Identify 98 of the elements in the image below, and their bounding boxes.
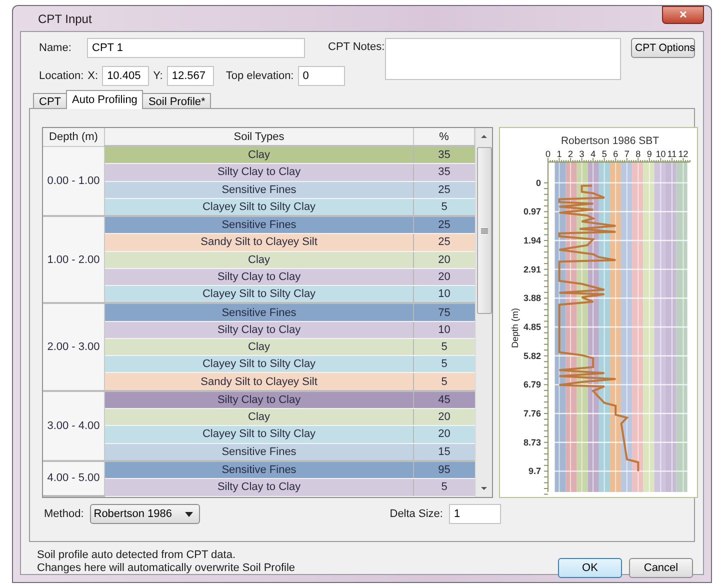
soil-type-cell: Sensitive Fines <box>104 460 414 479</box>
soil-type-cell: Clay <box>104 408 414 426</box>
tick-label: 1.94 <box>523 235 541 246</box>
tick-label: 0 <box>546 149 550 159</box>
name-field[interactable]: CPT 1 <box>87 38 305 58</box>
tick-label: 8 <box>636 149 641 159</box>
percent-cell: 20 <box>414 408 475 426</box>
depth-cell: 2.00 - 3.00 <box>43 303 104 391</box>
scroll-down-icon[interactable] <box>480 486 488 491</box>
method-label: Method: <box>44 508 84 520</box>
soil-type-cell: Clayey Silt to Silty Clay <box>104 356 414 373</box>
soil-type-cell: Clay <box>104 251 414 268</box>
percent-cell: 35 <box>414 164 475 182</box>
delta-size-label: Delta Size: <box>390 508 443 520</box>
percent-cell: 95 <box>414 460 475 479</box>
soil-type-cell: Sensitive Fines <box>104 303 414 322</box>
tick-label: 5 <box>602 149 607 159</box>
top-elevation-label: Top elevation: <box>226 70 294 82</box>
depth-cell: 4.00 - 5.00 <box>43 460 104 496</box>
soil-type-cell: Sandy Silt to Clayey Silt <box>104 234 414 252</box>
ok-button[interactable]: OK <box>558 558 622 578</box>
tick-label: 1 <box>556 149 562 159</box>
method-dropdown[interactable]: Robertson 1986 <box>90 504 200 524</box>
depth-cell: 3.00 - 4.00 <box>43 390 104 461</box>
soil-type-cell: Sensitive Fines <box>104 216 414 234</box>
y-label: Y: <box>153 70 163 82</box>
tick-label: 5.82 <box>523 350 541 361</box>
scroll-thumb[interactable] <box>476 147 492 314</box>
percent-cell: 5 <box>414 372 475 391</box>
tab[interactable]: Soil Profile* <box>142 93 212 109</box>
notes-label: CPT Notes: <box>328 41 385 53</box>
tick-label: 6.79 <box>523 380 541 390</box>
tick-label: 2.91 <box>523 264 541 274</box>
percent-cell: 10 <box>414 321 475 338</box>
soil-type-cell: Sensitive Fines <box>104 181 414 198</box>
tick-label: 10 <box>656 149 666 159</box>
x-label: X: <box>88 70 98 82</box>
window-title: CPT Input <box>37 12 92 26</box>
name-label: Name: <box>38 42 72 54</box>
soil-type-cell: Silty Clay to Clay <box>104 478 414 496</box>
soil-type-cell: Clay <box>104 146 414 164</box>
scrollbar[interactable] <box>475 128 492 497</box>
column-header: Depth (m) <box>43 128 104 146</box>
column-header: % <box>414 128 475 146</box>
tick-label: 2 <box>568 149 574 159</box>
tick-label: 3.88 <box>523 293 541 304</box>
top-elevation-field[interactable]: 0 <box>298 66 345 86</box>
soil-type-cell: Silty Clay to Clay <box>104 164 414 182</box>
location-label: Location: <box>38 70 84 82</box>
percent-cell: 75 <box>414 303 475 322</box>
y-field[interactable]: 12.567 <box>166 66 214 86</box>
percent-cell: 35 <box>414 146 475 164</box>
soil-type-cell: Clayey Silt to Silty Clay <box>104 426 414 444</box>
cpt-options-button[interactable]: CPT Options <box>631 38 695 58</box>
tick-label: 7 <box>624 149 630 159</box>
tick-label: 4 <box>590 149 596 159</box>
depth-cell: 1.00 - 2.00 <box>43 216 104 304</box>
percent-cell: 25 <box>414 181 475 198</box>
tick-label: 12 <box>678 149 688 159</box>
tick-label: 0.97 <box>523 206 541 217</box>
percent-cell: 20 <box>414 251 475 268</box>
tick-label: 8.73 <box>523 437 541 448</box>
soil-type-cell: Silty Clay to Clay <box>104 268 414 286</box>
column-header: Soil Types <box>104 128 414 146</box>
soil-type-cell: Silty Clay to Clay <box>104 321 414 338</box>
chart-title: Robertson 1986 SBT <box>560 135 660 147</box>
delta-size-field[interactable]: 1 <box>448 504 501 524</box>
percent-cell: 5 <box>414 478 475 496</box>
info-text: Changes here will automatically overwrite Soil Profile <box>37 562 296 574</box>
tick-label: 3 <box>579 149 584 159</box>
soil-type-cell: Sandy Silt to Clayey Silt <box>104 372 414 391</box>
percent-cell: 45 <box>414 390 475 408</box>
grip-icon <box>480 228 488 234</box>
info-text: Soil profile auto detected from CPT data. <box>37 549 237 561</box>
percent-cell: 25 <box>414 216 475 234</box>
percent-cell: 5 <box>414 338 475 356</box>
notes-field[interactable] <box>384 38 621 80</box>
tick-label: 7.76 <box>523 408 541 419</box>
soil-type-cell: Silty Clay to Clay <box>104 390 414 408</box>
percent-cell: 5 <box>414 356 475 373</box>
tick-label: 9.7 <box>528 466 541 476</box>
soil-type-cell: Clay <box>104 338 414 356</box>
percent-cell: 20 <box>414 426 475 444</box>
tick-label: 0 <box>536 178 541 188</box>
x-field[interactable]: 10.405 <box>102 66 150 86</box>
axis-label: Depth (m) <box>510 308 520 348</box>
scroll-up-icon[interactable] <box>480 134 488 139</box>
depth-cell: 0.00 - 1.00 <box>43 146 104 216</box>
tab[interactable]: CPT <box>33 93 67 109</box>
tick-label: 11 <box>667 149 677 159</box>
percent-cell: 25 <box>414 234 475 252</box>
tab[interactable]: Auto Profiling <box>66 90 144 109</box>
tick-label: 6 <box>613 149 618 159</box>
tick-label: 9 <box>646 149 652 159</box>
tick-label: 4.85 <box>523 322 541 332</box>
caret-icon <box>184 512 193 516</box>
percent-cell: 20 <box>414 268 475 286</box>
cancel-button[interactable]: Cancel <box>629 558 693 578</box>
